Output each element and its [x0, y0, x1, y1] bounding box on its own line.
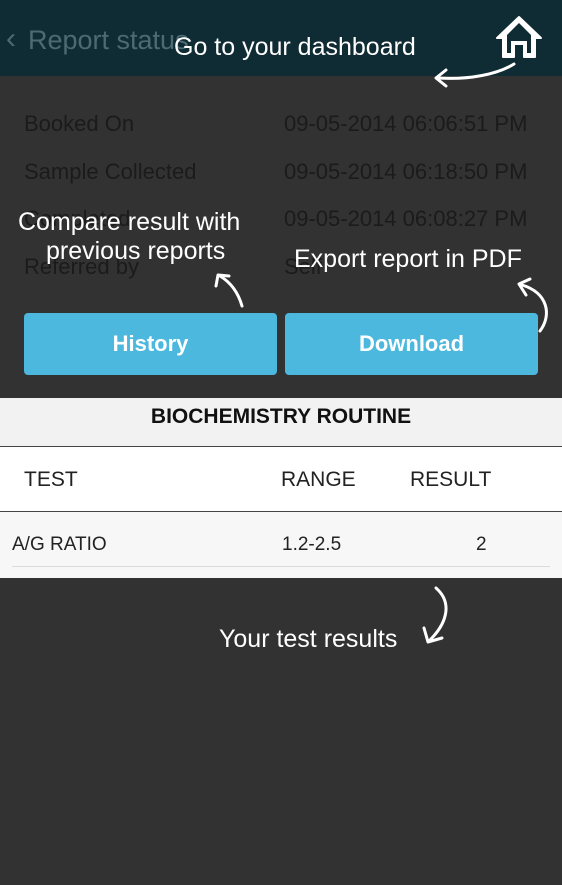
history-button[interactable]: History [24, 313, 277, 375]
info-row-booked-on: Booked On 09-05-2014 06:06:51 PM [24, 111, 539, 143]
cell-test: A/G RATIO [12, 534, 107, 555]
results-arrow-icon [422, 586, 448, 644]
back-chevron-icon[interactable]: ‹ [6, 21, 16, 57]
info-label: Sample Collected [24, 159, 197, 184]
download-button[interactable]: Download [285, 313, 538, 375]
dashboard-hint: Go to your dashboard [174, 33, 416, 61]
info-row-sample-collected: Sample Collected 09-05-2014 06:18:50 PM [24, 159, 539, 191]
column-header-test: TEST [24, 468, 78, 491]
page-title: Report status [28, 25, 189, 55]
info-value: 09-05-2014 06:08:27 PM [284, 206, 528, 231]
export-arrow-icon [517, 277, 548, 333]
dashboard-arrow-icon [434, 62, 516, 88]
results-panel: BIOCHEMISTRY ROUTINE TEST RANGE RESULT A… [0, 398, 562, 578]
info-value: 09-05-2014 06:18:50 PM [284, 159, 528, 184]
column-header-range: RANGE [281, 468, 356, 491]
compare-hint-line2: previous reports [46, 237, 226, 265]
export-hint: Export report in PDF [294, 245, 522, 273]
info-value: 09-05-2014 06:06:51 PM [284, 111, 528, 136]
compare-arrow-icon [214, 273, 244, 308]
divider [12, 566, 550, 567]
results-hint: Your test results [219, 625, 398, 653]
cell-range: 1.2-2.5 [282, 534, 342, 555]
compare-hint-line1: Compare result with [18, 208, 241, 236]
info-label: Booked On [24, 111, 135, 136]
section-title: BIOCHEMISTRY ROUTINE [0, 398, 562, 447]
cell-result: 2 [476, 534, 487, 555]
column-header-result: RESULT [410, 468, 492, 491]
home-icon[interactable] [494, 14, 544, 60]
